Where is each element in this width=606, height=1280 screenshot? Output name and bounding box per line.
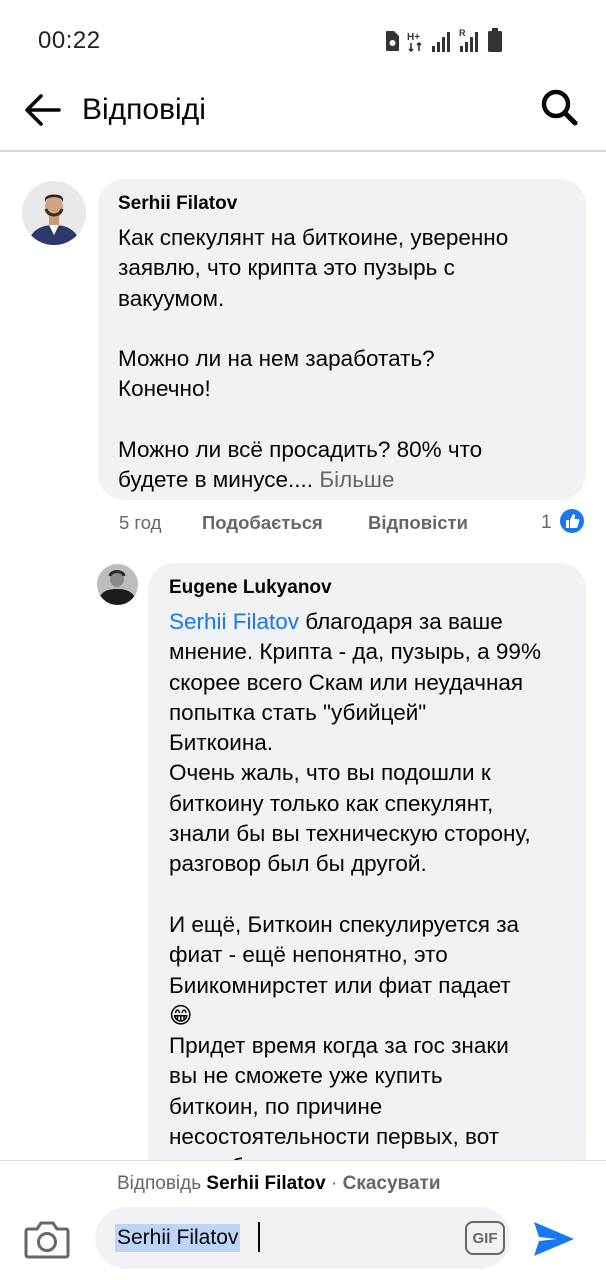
camera-icon (24, 1221, 70, 1259)
back-button[interactable] (20, 90, 64, 130)
comment-input[interactable]: Serhii Filatov GIF (95, 1207, 511, 1269)
replying-to-name: Serhii Filatov (206, 1173, 326, 1194)
reply-body-first: благодаря за ваше (299, 609, 503, 634)
avatar-photo (22, 181, 86, 245)
status-icons: H+ R (384, 28, 502, 52)
search-icon (541, 89, 578, 126)
grinning-emoji: 😁 (169, 1002, 193, 1028)
see-more-link[interactable]: Більше (319, 467, 394, 492)
battery-icon (488, 28, 502, 52)
avatar[interactable] (97, 564, 138, 605)
text-caret (258, 1222, 260, 1252)
signal-roaming-icon: R (459, 28, 478, 52)
svg-text:H+: H+ (407, 32, 420, 43)
send-icon (534, 1222, 574, 1256)
reply-bar: Відповідь Serhii Filatov · Скасувати Ser… (0, 1160, 606, 1280)
camera-button[interactable] (24, 1219, 70, 1259)
reply-text: Serhii Filatov благодаря за ваше мнение.… (169, 607, 584, 1183)
comment-author[interactable]: Serhii Filatov (118, 193, 578, 215)
avatar[interactable] (22, 181, 86, 245)
replying-prefix: Відповідь (117, 1173, 202, 1194)
reply-button[interactable]: Відповісти (368, 512, 468, 534)
sim-card-icon (386, 31, 399, 51)
page-title: Відповіді (82, 93, 206, 126)
comment-bubble[interactable]: Serhii Filatov Как спекулянт на биткоине… (98, 179, 586, 500)
reply-body: мнение. Крипта - да, пузырь, а 99% скоре… (169, 639, 541, 998)
separator: · (331, 1173, 338, 1194)
reply-bubble[interactable]: Eugene Lukyanov Serhii Filatov благодаря… (148, 563, 586, 1203)
gif-button[interactable]: GIF (465, 1221, 505, 1255)
signal-icon (432, 32, 450, 52)
status-time: 00:22 (38, 27, 101, 54)
reply-body-continued: Придет время когда за гос знаки вы не см… (169, 1033, 509, 1179)
comment-text: Как спекулянт на биткоине, уверенно заяв… (118, 223, 578, 496)
status-bar: 00:22 H+ R (0, 0, 606, 82)
reaction-count[interactable]: 1 (541, 512, 552, 534)
network-h-plus-icon: H+ (407, 32, 422, 52)
mention-link[interactable]: Serhii Filatov (169, 609, 299, 634)
back-arrow-icon (25, 94, 61, 126)
mention-token[interactable]: Serhii Filatov (115, 1224, 241, 1252)
comment-time[interactable]: 5 год (119, 512, 161, 534)
reply-author[interactable]: Eugene Lukyanov (169, 577, 584, 599)
svg-text:R: R (459, 28, 466, 38)
send-button[interactable] (530, 1219, 576, 1259)
replying-to-label: Відповідь Serhii Filatov · Скасувати (117, 1173, 441, 1195)
avatar-photo (97, 564, 138, 605)
like-button[interactable]: Подобається (202, 512, 323, 534)
comment-body: Как спекулянт на биткоине, уверенно заяв… (118, 225, 509, 493)
search-button[interactable] (540, 88, 580, 128)
header: Відповіді (0, 82, 606, 152)
like-thumb-icon (558, 507, 586, 535)
cancel-reply-button[interactable]: Скасувати (343, 1173, 441, 1194)
